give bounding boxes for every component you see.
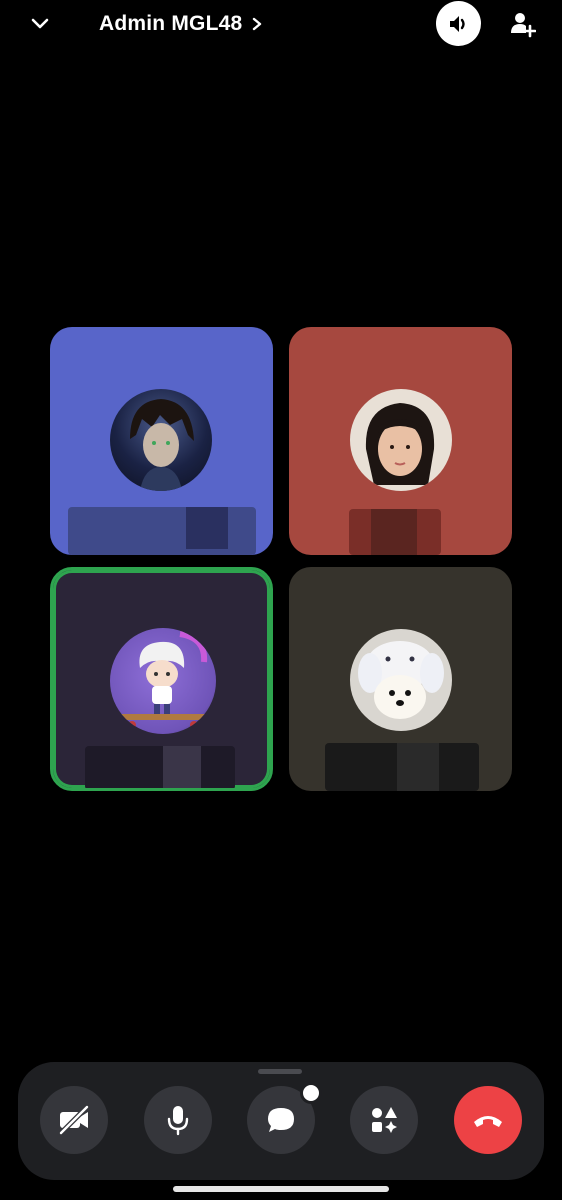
hang-up-icon — [474, 1116, 502, 1127]
chat-bubble-icon — [268, 1108, 294, 1132]
call-header: Admin MGL48 — [0, 0, 562, 52]
camera-off-icon — [59, 1105, 89, 1135]
activities-icon — [372, 1107, 397, 1133]
end-call-button[interactable] — [454, 1086, 522, 1154]
chevron-right-icon — [253, 17, 262, 31]
participant-name-redacted — [325, 743, 479, 791]
participant-tile-3-speaking[interactable] — [50, 567, 273, 791]
participant-name-redacted — [85, 746, 235, 788]
speaker-button[interactable] — [436, 1, 481, 46]
chevron-down-icon[interactable] — [28, 12, 52, 36]
chibi-skateboard-avatar — [110, 628, 216, 734]
chat-notification-dot — [300, 1082, 322, 1104]
participant-name-redacted — [349, 509, 441, 555]
participant-tile-2[interactable] — [289, 327, 512, 555]
call-control-bar — [18, 1062, 544, 1180]
channel-title: Admin MGL48 — [99, 12, 243, 35]
participant-tile-4[interactable] — [289, 567, 512, 791]
participant-tile-1[interactable] — [50, 327, 273, 555]
activities-button[interactable] — [350, 1086, 418, 1154]
camera-toggle-button[interactable] — [40, 1086, 108, 1154]
channel-title-link[interactable]: Admin MGL48 — [99, 12, 264, 36]
microphone-button[interactable] — [144, 1086, 212, 1154]
home-indicator[interactable] — [173, 1186, 389, 1192]
girl-photo-avatar — [350, 389, 452, 491]
add-user-icon[interactable] — [508, 10, 536, 38]
drag-handle[interactable] — [258, 1069, 302, 1074]
speaker-icon — [449, 15, 465, 32]
participant-name-redacted — [68, 507, 256, 555]
anime-boy-avatar — [110, 389, 212, 491]
dog-costume-avatar — [350, 629, 452, 731]
microphone-icon — [167, 1106, 189, 1136]
